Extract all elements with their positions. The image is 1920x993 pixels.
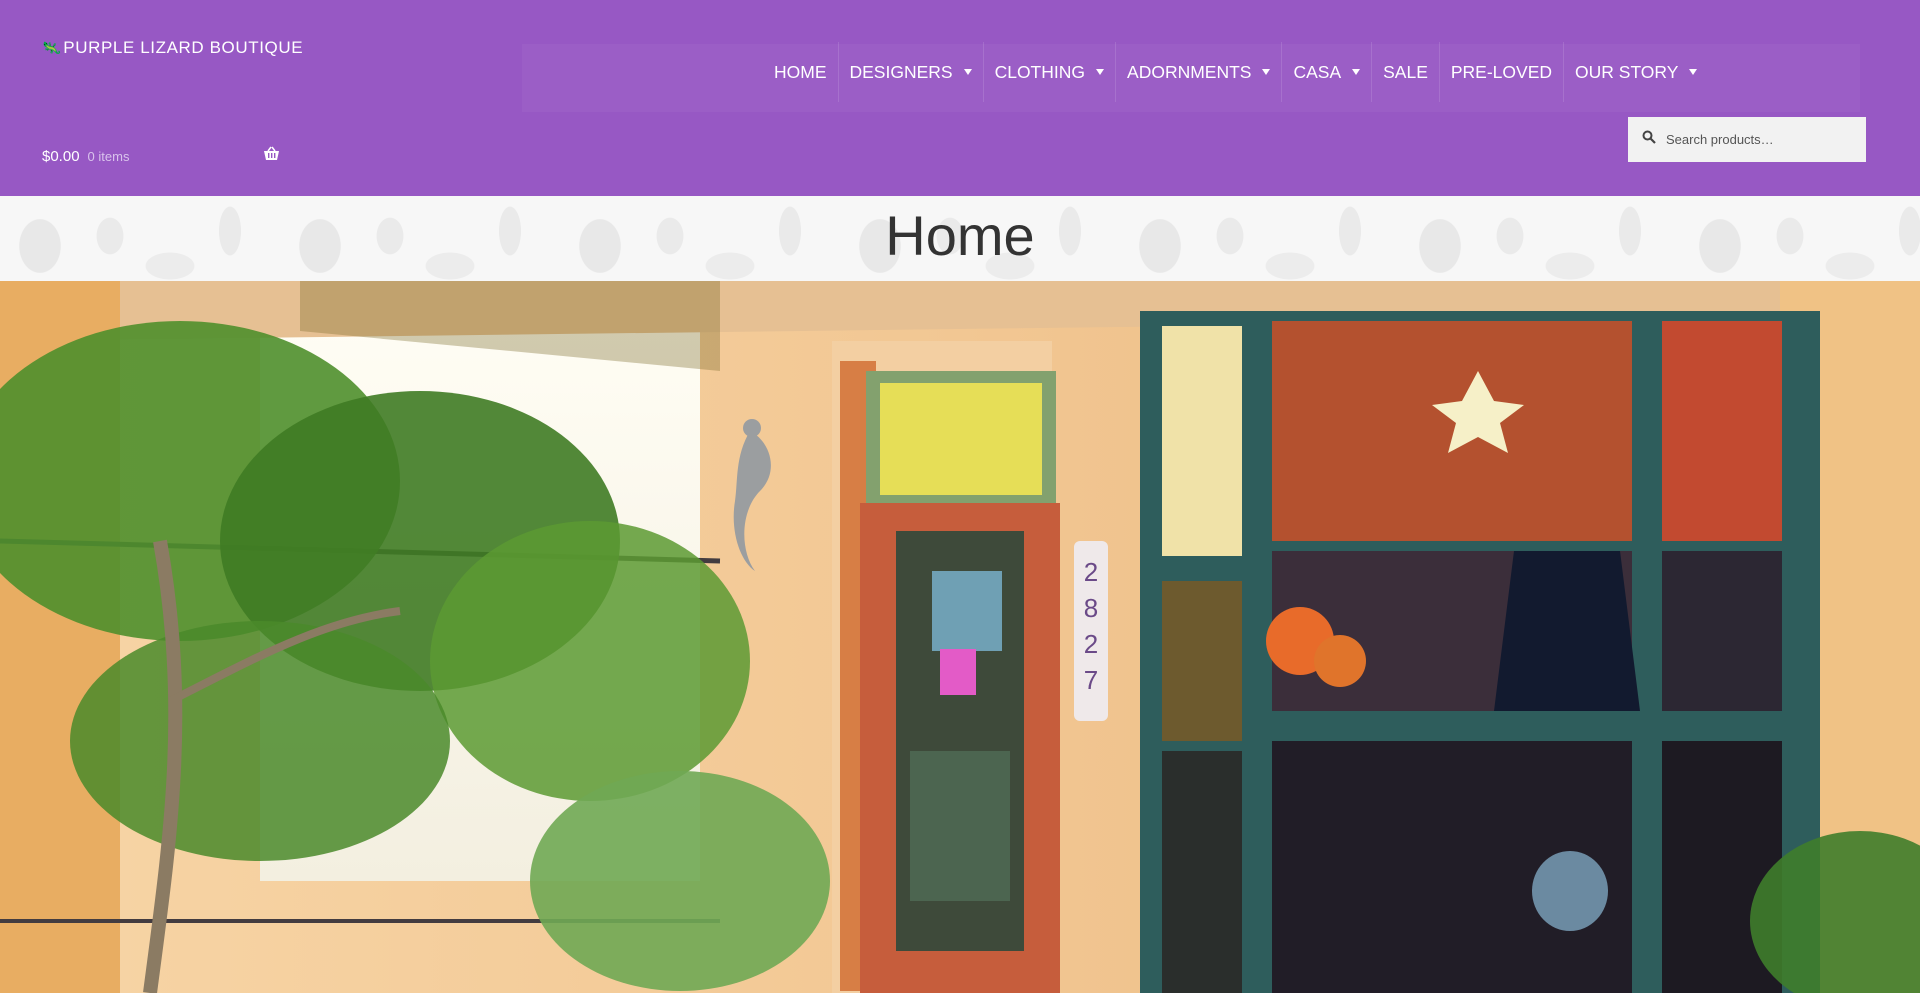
product-search (1628, 117, 1866, 162)
logo-text: PURPLE LIZARD BOUTIQUE (63, 38, 304, 57)
nav-item-label: PRE-LOVED (1450, 61, 1553, 82)
main-nav: HOME DESIGNERS CLOTHING ADORNMENTS CASA … (763, 42, 1708, 102)
nav-item-label: CLOTHING (994, 61, 1086, 82)
front-door (860, 371, 1060, 993)
caret-down-icon (1262, 69, 1271, 75)
search-icon (1642, 130, 1656, 149)
nav-item-label: SALE (1383, 61, 1428, 82)
nav-item-casa[interactable]: CASA (1282, 42, 1373, 102)
nav-item-label: ADORNMENTS (1127, 61, 1252, 82)
basket-icon (263, 146, 280, 166)
caret-down-icon (963, 69, 972, 75)
shop-window (1140, 311, 1820, 993)
caret-down-icon (1352, 69, 1361, 75)
nav-item-clothing[interactable]: CLOTHING (984, 42, 1117, 102)
site-logo[interactable]: 🦎 PURPLE LIZARD BOUTIQUE (39, 37, 304, 60)
address-sign: 2827 (1074, 541, 1108, 721)
nav-item-pre-loved[interactable]: PRE-LOVED (1440, 42, 1565, 102)
nav-item-sale[interactable]: SALE (1372, 42, 1440, 102)
nav-item-designers[interactable]: DESIGNERS (839, 42, 984, 102)
nav-item-label: HOME (774, 61, 827, 82)
hero-storefront-image: 2827 (0, 281, 1920, 993)
page-title: Home (885, 204, 1035, 267)
lizard-icon: 🦎 (39, 37, 64, 60)
cart-count: 0 items (87, 148, 130, 164)
caret-down-icon (1096, 69, 1105, 75)
cart-summary[interactable]: $0.00 0 items (42, 146, 280, 166)
caret-down-icon (1689, 69, 1698, 75)
nav-item-label: OUR STORY (1575, 61, 1679, 82)
site-header: 🦎 PURPLE LIZARD BOUTIQUE HOME DESIGNERS … (0, 0, 1920, 196)
nav-item-home[interactable]: HOME (763, 42, 839, 102)
nav-item-our-story[interactable]: OUR STORY (1564, 42, 1708, 102)
nav-item-label: DESIGNERS (849, 61, 953, 82)
nav-item-label: CASA (1293, 61, 1342, 82)
cart-total: $0.00 (42, 147, 80, 165)
search-input[interactable] (1664, 131, 1844, 148)
page-title-band: Home (0, 196, 1920, 282)
nav-item-adornments[interactable]: ADORNMENTS (1116, 42, 1283, 102)
